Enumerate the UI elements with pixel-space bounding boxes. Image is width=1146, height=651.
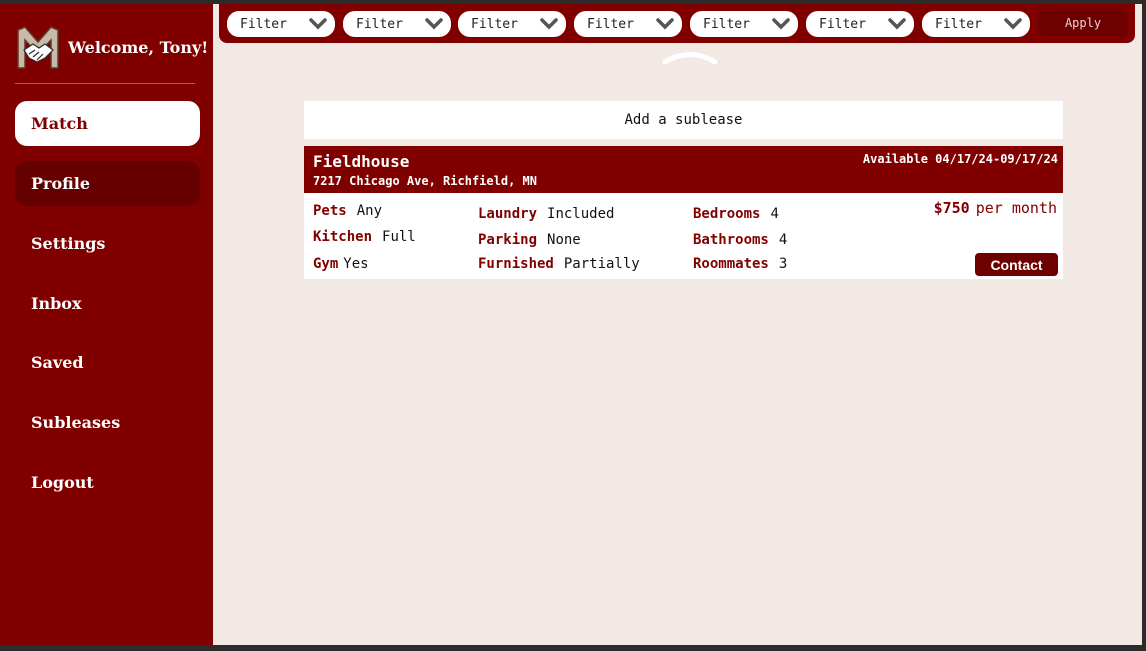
attribute-value: 4 — [778, 232, 788, 248]
welcome-text: Welcome, Tony! — [68, 37, 209, 57]
listing-card: Fieldhouse 7217 Chicago Ave, Richfield, … — [304, 146, 1063, 279]
filter-bar: Filter Filter Filter Filter Filter Filte… — [219, 4, 1135, 43]
filter-label: Filter — [356, 16, 403, 32]
chevron-down-icon — [888, 18, 906, 30]
chevron-down-icon — [309, 18, 327, 30]
sidebar-item-label: Logout — [31, 473, 94, 492]
attribute-value: 3 — [778, 256, 788, 272]
attribute-value: Partially — [563, 256, 640, 272]
sidebar-item-settings[interactable]: Settings — [15, 221, 200, 266]
filter-label: Filter — [703, 16, 750, 32]
chevron-down-icon — [540, 18, 558, 30]
filter-label: Filter — [471, 16, 518, 32]
chevron-up-icon[interactable] — [661, 47, 719, 67]
attribute-furnished: Furnished Partially — [478, 256, 640, 272]
attribute-value: 4 — [770, 206, 779, 222]
filter-dropdown[interactable]: Filter — [574, 11, 682, 37]
attribute-key: Bathrooms — [693, 232, 769, 248]
sidebar: Welcome, Tony! Match Profile Settings In… — [0, 4, 213, 649]
filter-dropdown[interactable]: Filter — [690, 11, 798, 37]
attribute-value: Yes — [343, 256, 369, 272]
window-edge — [1142, 4, 1146, 649]
attribute-bedrooms: Bedrooms 4 — [693, 206, 779, 222]
attribute-bathrooms: Bathrooms 4 — [693, 232, 787, 248]
attribute-value: Included — [547, 206, 615, 222]
window-edge — [0, 645, 1146, 651]
filter-dropdown[interactable]: Filter — [227, 11, 335, 37]
sidebar-item-label: Settings — [31, 234, 106, 253]
filter-label: Filter — [935, 16, 982, 32]
brand: Welcome, Tony! — [15, 24, 208, 70]
filter-dropdown[interactable]: Filter — [458, 11, 566, 37]
sidebar-divider — [15, 83, 195, 84]
price-amount: $750 — [933, 199, 970, 217]
listing-address: 7217 Chicago Ave, Richfield, MN — [313, 174, 537, 188]
sidebar-item-logout[interactable]: Logout — [15, 460, 200, 505]
chevron-down-icon — [656, 18, 674, 30]
chevron-down-icon — [772, 18, 790, 30]
sidebar-item-label: Profile — [31, 174, 91, 193]
attribute-key: Kitchen — [313, 229, 373, 245]
sidebar-item-inbox[interactable]: Inbox — [15, 281, 200, 326]
price-unit: per month — [975, 199, 1057, 217]
filter-label: Filter — [587, 16, 634, 32]
attribute-value: None — [547, 232, 581, 248]
filter-label: Filter — [240, 16, 287, 32]
listing-title: Fieldhouse — [313, 152, 410, 171]
attribute-roommates: Roommates 3 — [693, 256, 787, 272]
attribute-key: Laundry — [478, 206, 538, 222]
attribute-kitchen: Kitchen Full — [313, 229, 416, 245]
handshake-logo-icon — [15, 24, 61, 70]
sidebar-item-saved[interactable]: Saved — [15, 340, 200, 385]
attribute-parking: Parking None — [478, 232, 581, 248]
attribute-key: Furnished — [478, 256, 554, 272]
filter-dropdown[interactable]: Filter — [343, 11, 451, 37]
listing-price: $750 per month — [934, 199, 1057, 217]
listing-availability: Available 04/17/24-09/17/24 — [862, 152, 1058, 166]
contact-button[interactable]: Contact — [975, 253, 1058, 276]
attribute-key: Roommates — [693, 256, 769, 272]
attribute-gym: Gym Yes — [313, 256, 369, 272]
sidebar-item-label: Match — [31, 114, 88, 133]
sidebar-item-subleases[interactable]: Subleases — [15, 400, 200, 445]
sidebar-item-label: Subleases — [31, 413, 121, 432]
sidebar-item-label: Saved — [31, 353, 84, 372]
add-sublease-button[interactable]: Add a sublease — [304, 101, 1063, 139]
filter-dropdown[interactable]: Filter — [806, 11, 914, 37]
filter-label: Filter — [819, 16, 866, 32]
attribute-key: Gym — [313, 256, 339, 272]
attribute-value: Any — [356, 203, 383, 219]
apply-button[interactable]: Apply — [1038, 10, 1128, 36]
app-window: Welcome, Tony! Match Profile Settings In… — [0, 4, 1146, 649]
attribute-key: Pets — [313, 203, 347, 219]
chevron-down-icon — [1004, 18, 1022, 30]
sidebar-item-profile[interactable]: Profile — [15, 161, 200, 206]
attribute-value: Full — [382, 229, 416, 245]
filter-dropdown[interactable]: Filter — [922, 11, 1030, 37]
sidebar-item-label: Inbox — [31, 294, 82, 313]
chevron-down-icon — [425, 18, 443, 30]
listing-header: Fieldhouse 7217 Chicago Ave, Richfield, … — [304, 146, 1063, 193]
attribute-key: Bedrooms — [693, 206, 761, 222]
attribute-laundry: Laundry Included — [478, 206, 614, 222]
sidebar-item-match[interactable]: Match — [15, 101, 200, 146]
attribute-pets: Pets Any — [313, 203, 382, 219]
attribute-key: Parking — [478, 232, 538, 248]
